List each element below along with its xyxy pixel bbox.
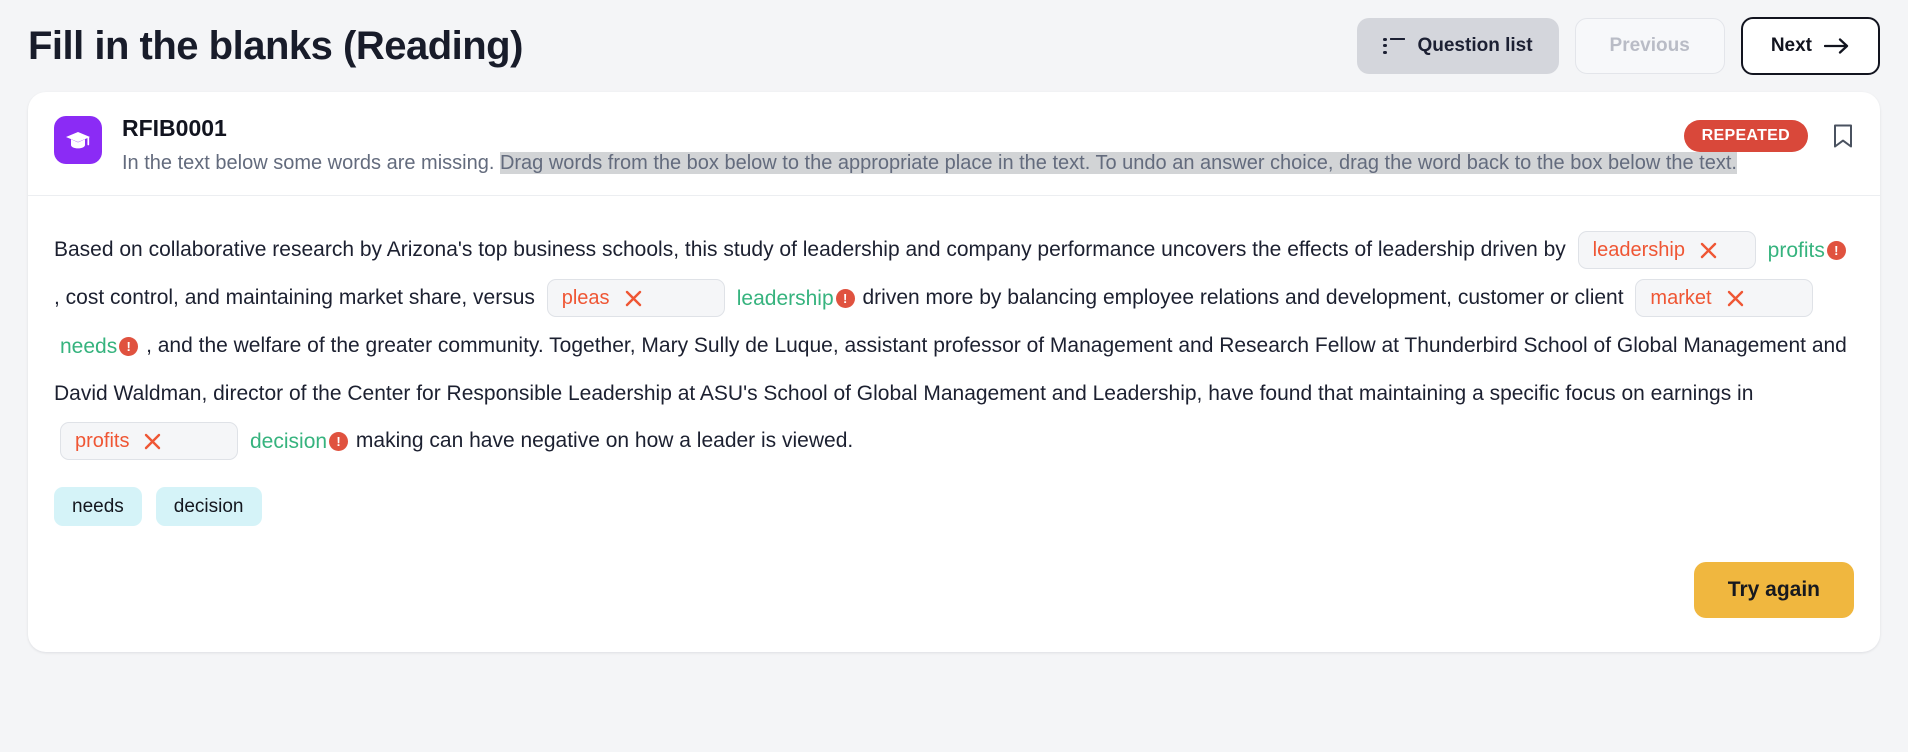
blank-user-answer: pleas <box>561 287 610 310</box>
blank-user-answer: profits <box>75 430 130 453</box>
exclamation-icon: ! <box>1826 240 1846 260</box>
previous-label: Previous <box>1609 35 1690 56</box>
page-title: Fill in the blanks (Reading) <box>28 23 523 68</box>
x-icon[interactable] <box>143 432 162 451</box>
passage-segment: driven more by balancing employee relati… <box>862 285 1624 309</box>
next-button[interactable]: Next <box>1740 17 1880 75</box>
instruction-plain: In the text below some words are missing… <box>122 151 495 174</box>
exclamation-icon: ! <box>835 288 855 308</box>
question-id: RFIB0001 <box>122 115 227 141</box>
question-list-label: Question list <box>1417 35 1533 56</box>
question-header-right: REPEATED <box>1683 120 1854 152</box>
passage-segment: , cost control, and maintaining market s… <box>54 285 535 309</box>
passage-segment: , and the welfare of the greater communi… <box>54 333 1847 405</box>
correct-answer-text: leadership <box>736 286 834 310</box>
correct-answer-text: profits <box>1767 238 1825 262</box>
page-header: Fill in the blanks (Reading) Question li… <box>24 0 1884 92</box>
question-list-button[interactable]: Question list <box>1357 18 1559 74</box>
instruction-highlighted: Drag words from the box below to the app… <box>499 151 1737 174</box>
question-instruction: In the text below some words are missing… <box>122 150 1854 177</box>
correct-answer: decision! <box>250 418 349 465</box>
passage-segment: Based on collaborative research by Arizo… <box>54 237 1566 261</box>
question-card: RFIB0001 In the text below some words ar… <box>28 92 1880 652</box>
list-icon <box>1383 37 1406 54</box>
blank-user-answer: leadership <box>1592 239 1685 262</box>
x-icon[interactable] <box>1726 289 1745 308</box>
correct-answer: leadership! <box>737 275 855 322</box>
question-footer: Try again <box>28 548 1880 652</box>
word-bank-chip[interactable]: decision <box>155 486 262 526</box>
word-bank-chip[interactable]: needs <box>54 486 142 526</box>
answer-blank[interactable]: pleas <box>546 279 725 318</box>
passage-text: Based on collaborative research by Arizo… <box>54 226 1854 465</box>
answer-blank[interactable]: profits <box>60 422 238 461</box>
exclamation-icon: ! <box>329 431 349 451</box>
question-body: Based on collaborative research by Arizo… <box>28 196 1880 548</box>
question-header: RFIB0001 In the text below some words ar… <box>28 92 1880 196</box>
bookmark-icon[interactable] <box>1832 123 1854 149</box>
answer-blank[interactable]: leadership <box>1577 231 1756 270</box>
correct-answer-text: needs <box>60 334 118 358</box>
correct-answer: needs! <box>60 323 139 370</box>
x-icon[interactable] <box>1699 241 1718 260</box>
word-bank: needs decision <box>54 486 1854 526</box>
answer-blank[interactable]: market <box>1635 279 1814 318</box>
header-actions: Question list Previous Next <box>1357 17 1880 75</box>
try-again-button[interactable]: Try again <box>1693 561 1854 618</box>
correct-answer-text: decision <box>250 429 328 453</box>
blank-user-answer: market <box>1650 287 1712 310</box>
x-icon[interactable] <box>624 289 643 308</box>
arrow-right-icon <box>1824 38 1849 54</box>
previous-button[interactable]: Previous <box>1574 18 1725 74</box>
next-label: Next <box>1770 35 1812 56</box>
fill-in-the-blanks-page: Fill in the blanks (Reading) Question li… <box>0 0 1908 752</box>
status-badge: REPEATED <box>1683 120 1808 152</box>
graduation-cap-icon <box>54 116 102 164</box>
passage-segment: making can have negative on how a leader… <box>355 428 854 452</box>
exclamation-icon: ! <box>119 336 139 356</box>
correct-answer: profits! <box>1768 227 1846 274</box>
